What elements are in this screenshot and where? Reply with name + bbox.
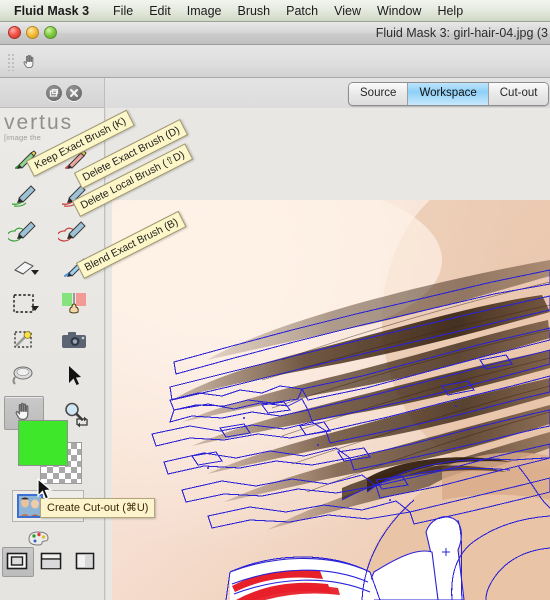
tool-snapshot[interactable] [50,322,97,358]
canvas-area[interactable] [106,108,550,600]
foreground-swatch[interactable] [18,420,68,466]
menu-item-brush[interactable]: Brush [229,0,278,22]
tool-keep-global-brush[interactable] [0,214,47,250]
tool-row [0,214,105,250]
tool-rectangle-select[interactable] [0,286,47,322]
tool-row [0,286,105,322]
tool-blend-fill[interactable] [50,286,97,322]
menu-item-help[interactable]: Help [429,0,471,22]
tooltip-create-cutout: Create Cut-out (⌘U) [40,498,156,518]
tab-source[interactable]: Source [349,83,409,105]
menu-item-edit[interactable]: Edit [141,0,179,22]
drag-grip-icon[interactable] [7,53,16,71]
menu-item-view[interactable]: View [326,0,369,22]
tool-keep-local-brush[interactable] [0,178,47,214]
menu-item-image[interactable]: Image [179,0,230,22]
tool-row [0,322,105,358]
tab-cutout[interactable]: Cut-out [488,83,549,105]
menu-item-patch[interactable]: Patch [278,0,326,22]
close-icon[interactable] [66,85,82,101]
tool-patch[interactable] [0,358,47,394]
hand-icon[interactable] [20,52,40,72]
toolbar-strip [0,45,550,78]
menu-item-window[interactable]: Window [369,0,429,22]
menu-bar: Fluid Mask 3 File Edit Image Brush Patch… [0,0,550,22]
arrow-cursor-icon [36,477,54,507]
panel-header [0,78,105,108]
tool-eraser[interactable] [0,250,47,286]
app-window: Fluid Mask 3 File Edit Image Brush Patch… [0,0,550,600]
view-mode-group [0,545,105,577]
window-title-bar[interactable]: Fluid Mask 3: girl-hair-04.jpg (3 [0,22,550,45]
view-tabs: Source Workspace Cut-out [348,82,550,106]
chevron-down-icon[interactable] [31,262,39,280]
tool-magic-wand[interactable] [0,322,47,358]
view-mode-split[interactable] [34,545,68,577]
menu-item-app[interactable]: Fluid Mask 3 [0,0,105,22]
tool-row [0,358,105,394]
color-swatches [18,416,90,484]
chevron-down-icon[interactable] [31,298,39,316]
tool-pointer[interactable] [50,358,97,394]
tab-workspace[interactable]: Workspace [408,83,489,105]
collapse-icon[interactable] [46,85,62,101]
view-mode-single[interactable] [68,545,102,577]
image-canvas[interactable] [112,200,550,600]
tool-delete-global-brush[interactable] [50,214,97,250]
menu-item-file[interactable]: File [105,0,141,22]
view-mode-overlay[interactable] [0,545,34,577]
window-title: Fluid Mask 3: girl-hair-04.jpg (3 [375,26,548,40]
